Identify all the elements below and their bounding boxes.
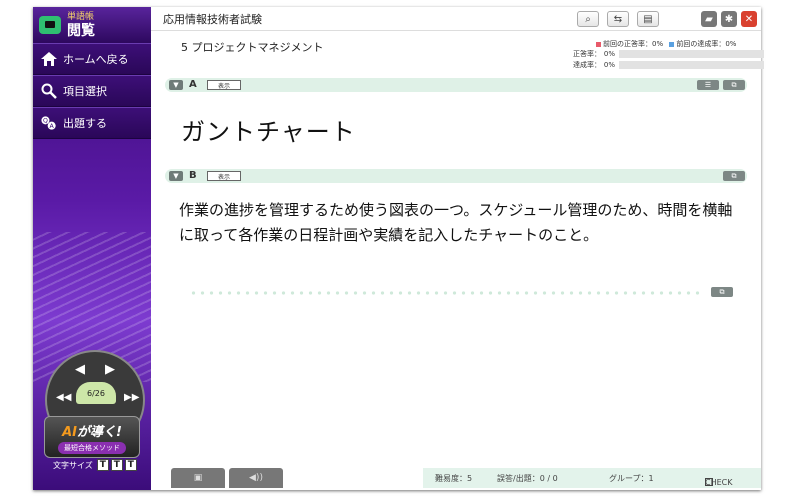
title-bar: 応用情報技術者試験 (151, 7, 761, 31)
app-title: 応用情報技術者試験 (163, 12, 262, 26)
sidebar-header: 単語帳 閲覧 (33, 7, 151, 43)
achieve-rate-value: 0% (603, 61, 615, 69)
speaker-icon: ◀)) (249, 473, 263, 483)
panel-a-show-button[interactable]: 表示 (207, 80, 241, 90)
difficulty-label: 難易度：5 (435, 473, 473, 483)
sidebar-title: 閲覧 (67, 22, 95, 39)
card-info: 難易度：5 誤答/出題：0 / 0 グループ：1 CHECK (423, 468, 761, 488)
sidebar-item-label: 項目選択 (63, 85, 107, 98)
ai-badge-main: が導く! (76, 424, 122, 440)
main-content: 応用情報技術者試験 ⌕ ⇆ ▤ ▰ ✱ ✕ 5 プロジェクトマネジメント 前回の… (151, 7, 764, 490)
achieve-rate-label: 達成率： (573, 61, 601, 69)
card-definition: 作業の進捗を管理するため使う図表の一つ。スケジュール管理のため、時間を横軸に取っ… (179, 201, 733, 244)
achieve-legend-swatch (669, 41, 675, 47)
panel-b-window-button[interactable]: ⧉ (723, 171, 745, 181)
app-logo-icon (39, 16, 61, 34)
panel-a-toggle-button[interactable]: ▼ (169, 80, 183, 90)
window-icon: ⧉ (719, 287, 725, 296)
svg-text:Q: Q (43, 118, 48, 125)
last-card-button[interactable]: ▶▶ (124, 392, 139, 403)
print-icon: ▤ (643, 13, 653, 25)
ai-method-badge[interactable]: AIが導く! 最短合格メソッド (44, 416, 140, 458)
font-size-large-button[interactable]: T (124, 459, 137, 471)
legend-correct-value: 0% (652, 40, 664, 48)
sidebar-item-select[interactable]: 項目選択 (33, 75, 151, 107)
footer-bar: ▣ ◀)) 難易度：5 誤答/出題：0 / 0 グループ：1 CHECK (151, 466, 761, 490)
correct-rate-row: 正答率： 0% (546, 49, 764, 59)
close-button[interactable]: ✕ (741, 11, 757, 27)
folder-button[interactable]: ▰ (701, 11, 717, 27)
close-icon: ✕ (744, 13, 754, 25)
font-size-medium-button[interactable]: T (110, 459, 123, 471)
search-icon: ⌕ (585, 13, 591, 25)
next-card-button[interactable]: ▶ (105, 362, 115, 377)
check-label: CHECK (705, 478, 733, 487)
card-term: ガントチャート (181, 118, 356, 146)
stats-legend: 前回の正答率：0% 前回の達成率：0% (596, 39, 736, 49)
font-size-small-button[interactable]: T (96, 459, 109, 471)
folder-icon: ▰ (705, 13, 713, 25)
list-icon: ☰ (704, 81, 712, 89)
wrong-count-label: 誤答/出題：0 / 0 (497, 473, 558, 483)
panel-b-show-button[interactable]: 表示 (207, 171, 241, 181)
swap-icon: ⇆ (613, 13, 623, 25)
prev-card-button[interactable]: ◀ (75, 362, 85, 377)
ai-badge-ai: AI (62, 424, 77, 440)
sidebar-item-quiz[interactable]: QA 出題する (33, 107, 151, 139)
panel-b-letter: B (189, 170, 197, 181)
legend-correct-label: 前回の正答率： (603, 40, 652, 48)
panel-a-letter: A (189, 79, 197, 90)
window-icon: ⧉ (731, 171, 737, 180)
window-icon: ⧉ (731, 80, 737, 89)
dotted-divider (189, 291, 701, 295)
sidebar-item-label: 出題する (63, 117, 107, 130)
correct-rate-label: 正答率： (573, 50, 601, 58)
app-window: 単語帳 閲覧 ホームへ戻る 項目選択 QA 出題する ◀ ▶ ◀◀ ▶▶ 6/2… (33, 7, 764, 490)
sidebar-item-label: ホームへ戻る (63, 53, 129, 66)
correct-rate-value: 0% (603, 50, 615, 58)
legend-achieve-value: 0% (725, 40, 737, 48)
print-button[interactable]: ▤ (637, 11, 659, 27)
section-title: 5 プロジェクトマネジメント (181, 41, 324, 54)
sidebar-subtitle: 単語帳 (67, 11, 95, 22)
gear-icon: ✱ (724, 13, 734, 25)
first-card-button[interactable]: ◀◀ (56, 392, 71, 403)
ai-badge-sub: 最短合格メソッド (58, 441, 126, 454)
card-counter: 6/26 (76, 382, 116, 404)
settings-button[interactable]: ✱ (721, 11, 737, 27)
image-icon: ▣ (193, 473, 203, 483)
image-button[interactable]: ▣ (171, 468, 225, 488)
font-size-control: 文字サイズ T T T (53, 459, 137, 471)
achieve-rate-row: 達成率： 0% (546, 60, 764, 70)
svg-text:A: A (50, 123, 55, 130)
panel-b-toggle-button[interactable]: ▼ (169, 171, 183, 181)
list-button[interactable]: ☰ (697, 80, 719, 90)
search-icon (41, 83, 57, 99)
audio-button[interactable]: ◀)) (229, 468, 283, 488)
achieve-rate-bar (619, 61, 764, 69)
group-label: グループ：1 (609, 473, 654, 483)
sidebar: 単語帳 閲覧 ホームへ戻る 項目選択 QA 出題する ◀ ▶ ◀◀ ▶▶ 6/2… (33, 7, 151, 490)
sidebar-item-home[interactable]: ホームへ戻る (33, 43, 151, 75)
panel-a-bar: ▼ A 表示 ☰ ⧉ (165, 78, 747, 92)
panel-a-window-button[interactable]: ⧉ (723, 80, 745, 90)
search-button[interactable]: ⌕ (577, 11, 599, 27)
qa-icon: QA (41, 115, 57, 131)
home-icon (41, 51, 57, 67)
swap-button[interactable]: ⇆ (607, 11, 629, 27)
correct-legend-swatch (596, 41, 601, 47)
correct-rate-bar (619, 50, 764, 58)
legend-achieve-label: 前回の達成率： (676, 40, 726, 48)
font-size-label: 文字サイズ (53, 460, 93, 470)
memo-window-button[interactable]: ⧉ (711, 287, 733, 297)
panel-b-bar: ▼ B 表示 ⧉ (165, 169, 747, 183)
